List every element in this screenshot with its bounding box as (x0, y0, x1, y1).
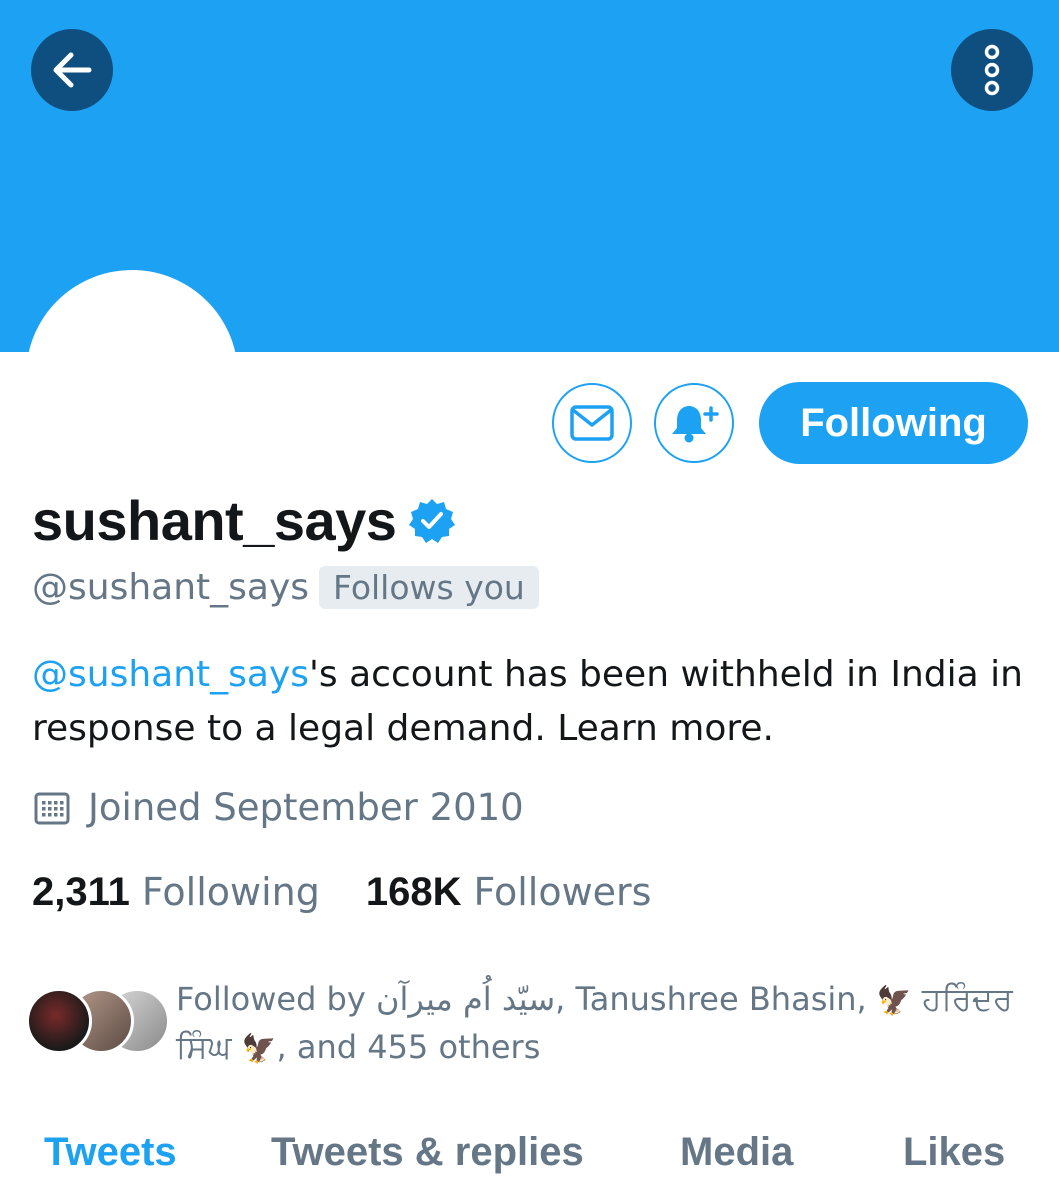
follower-name-1: سیّد اُم میرآن (375, 980, 556, 1018)
following-count: 2,311 (32, 870, 130, 914)
profile-name-row: sushant_says (32, 488, 456, 553)
eagle-emoji-icon: 🦅 (876, 984, 912, 1017)
profile-handle: @sushant_says (32, 567, 310, 608)
profile-bio: @sushant_says's account has been withhel… (32, 648, 1032, 756)
envelope-icon (570, 405, 614, 441)
follows-you-badge: Follows you (319, 566, 539, 609)
profile-avatar[interactable] (26, 270, 238, 482)
profile-tabs: Tweets Tweets & replies Media Likes (0, 1124, 1059, 1200)
tab-tweets[interactable]: Tweets (44, 1130, 177, 1175)
back-button[interactable] (31, 29, 113, 111)
followers-count-link[interactable]: 168K Followers (366, 870, 652, 915)
avatar (26, 988, 92, 1054)
joined-row: Joined September 2010 (34, 786, 524, 829)
eagle-emoji-icon: 🦅 (241, 1032, 277, 1065)
bio-mention-link[interactable]: @sushant_says (32, 654, 309, 695)
followers-count: 168K (365, 870, 462, 914)
display-name: sushant_says (32, 489, 397, 552)
joined-date: Joined September 2010 (88, 786, 524, 829)
tab-likes[interactable]: Likes (903, 1130, 1005, 1175)
following-button[interactable]: Following (759, 382, 1028, 464)
arrow-left-icon (53, 52, 92, 88)
message-button[interactable] (552, 383, 632, 463)
followers-label: Followers (473, 870, 652, 914)
tab-tweets-replies[interactable]: Tweets & replies (271, 1130, 584, 1175)
handle-row: @sushant_says Follows you (32, 566, 539, 609)
verified-badge-icon (409, 498, 456, 543)
following-label: Following (141, 870, 320, 914)
tab-media[interactable]: Media (680, 1130, 793, 1175)
follow-counts: 2,311 Following 168K Followers (32, 870, 651, 915)
followed-by-text[interactable]: Followed by سیّد اُم میرآن, Tanushree Bh… (176, 976, 1036, 1072)
more-options-button[interactable] (951, 29, 1033, 111)
bell-plus-icon (672, 406, 719, 443)
notifications-button[interactable] (654, 383, 734, 463)
followed-by-avatars[interactable] (26, 988, 170, 1054)
more-vertical-icon (984, 44, 1000, 96)
calendar-icon (34, 792, 70, 824)
following-count-link[interactable]: 2,311 Following (32, 870, 320, 915)
